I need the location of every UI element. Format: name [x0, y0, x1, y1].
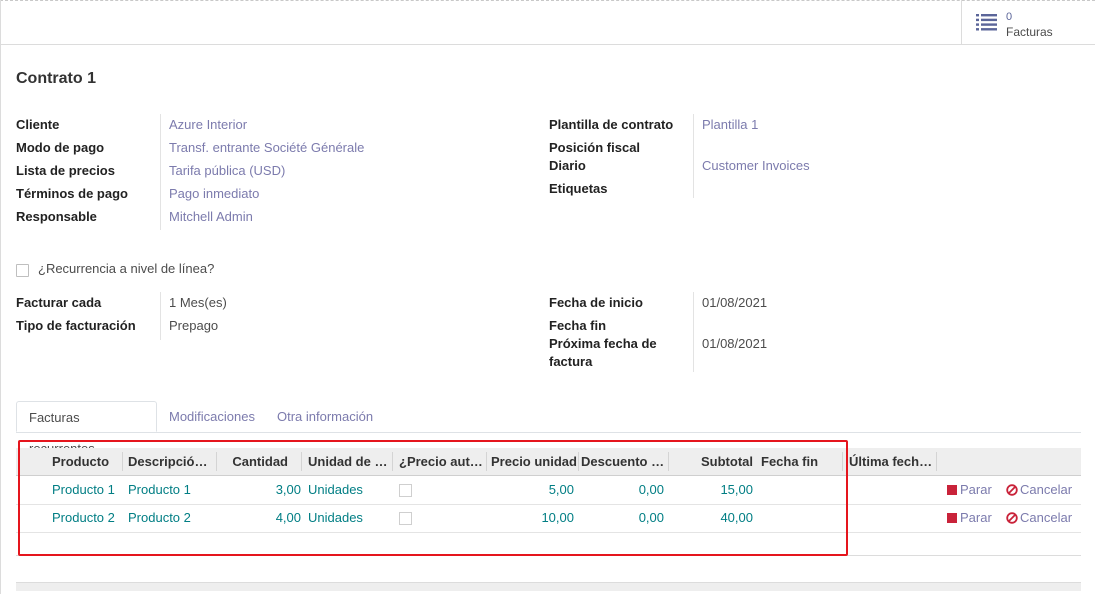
billing-right-separator	[693, 292, 694, 372]
line-recurrence-label: ¿Recurrencia a nivel de línea?	[38, 261, 215, 276]
stop-icon	[947, 485, 957, 495]
list-icon	[976, 14, 997, 31]
contract-template-field[interactable]: Plantilla 1	[702, 116, 758, 134]
tab-recurring-invoices[interactable]: Facturas recurrentes	[16, 401, 157, 456]
bottom-bar	[16, 582, 1081, 591]
contract-template-label: Plantilla de contrato	[549, 117, 674, 132]
button-box: 0 Facturas	[0, 0, 1095, 45]
payment-terms-field[interactable]: Pago inmediato	[169, 185, 259, 203]
customer-field[interactable]: Azure Interior	[169, 116, 247, 134]
ban-icon	[1006, 512, 1018, 524]
tab-other-info[interactable]: Otra información	[265, 401, 385, 432]
page-frame-left	[0, 0, 1, 594]
responsible-field[interactable]: Mitchell Admin	[169, 208, 253, 226]
fiscal-position-label: Posición fiscal	[549, 140, 641, 155]
payment-terms-label: Términos de pago	[16, 186, 128, 201]
invoices-stat-button[interactable]: 0 Facturas	[961, 0, 1095, 44]
tags-label: Etiquetas	[549, 181, 608, 196]
contract-title: Contrato 1	[16, 70, 96, 87]
billing-left-separator	[160, 292, 161, 340]
stop-line-button[interactable]: Parar	[947, 504, 992, 532]
payment-mode-label: Modo de pago	[16, 140, 105, 155]
pricelist-label: Lista de precios	[16, 163, 115, 178]
invoices-count: 0	[1006, 11, 1013, 23]
next-invoice-date-label: Próxima fecha de factura	[549, 336, 657, 369]
left-group-separator	[160, 114, 161, 230]
start-date-label: Fecha de inicio	[549, 295, 643, 310]
line-recurrence-checkbox[interactable]	[16, 264, 29, 277]
end-date-label: Fecha fin	[549, 318, 607, 333]
tab-modifications[interactable]: Modificaciones	[157, 401, 267, 432]
notebook-tabs: Facturas recurrentes Modificaciones Otra…	[16, 401, 1081, 456]
stop-label: Parar	[960, 510, 992, 525]
highlight-box	[18, 440, 848, 556]
stop-icon	[947, 513, 957, 523]
bill-every-field[interactable]: 1 Mes(es)	[169, 294, 227, 312]
billing-type-field[interactable]: Prepago	[169, 317, 218, 335]
bill-every-label: Facturar cada	[16, 295, 102, 310]
stop-label: Parar	[960, 482, 992, 497]
cancel-line-button[interactable]: Cancelar	[1006, 504, 1072, 532]
journal-field[interactable]: Customer Invoices	[702, 157, 810, 175]
col-last-date[interactable]: Última fech…	[849, 448, 934, 475]
journal-label: Diario	[549, 158, 586, 173]
col-separator	[936, 452, 937, 471]
billing-type-label: Tipo de facturación	[16, 318, 136, 333]
cancel-label: Cancelar	[1020, 510, 1073, 525]
customer-label: Cliente	[16, 117, 60, 132]
right-group-separator	[693, 114, 694, 198]
invoices-label: Facturas	[1006, 25, 1053, 39]
pricelist-field[interactable]: Tarifa pública (USD)	[169, 162, 285, 180]
cancel-line-button[interactable]: Cancelar	[1006, 476, 1072, 504]
stop-line-button[interactable]: Parar	[947, 476, 992, 504]
cancel-label: Cancelar	[1020, 482, 1073, 497]
start-date-field[interactable]: 01/08/2021	[702, 294, 767, 312]
payment-mode-field[interactable]: Transf. entrante Société Générale	[169, 139, 364, 157]
ban-icon	[1006, 484, 1018, 496]
responsible-label: Responsable	[16, 209, 97, 224]
next-invoice-date-field[interactable]: 01/08/2021	[702, 335, 767, 353]
